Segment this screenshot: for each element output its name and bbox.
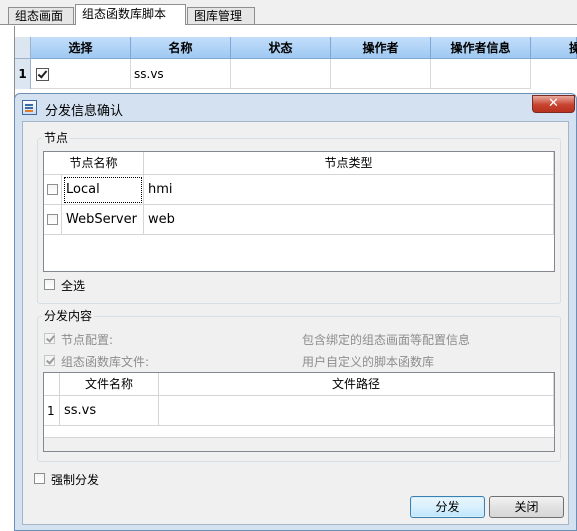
file-name-cell: ss.vs	[60, 396, 159, 426]
col-file-path[interactable]: 文件路径	[159, 373, 554, 396]
row-name-cell: ss.vs	[131, 59, 231, 89]
script-grid-header: 选择 名称 状态 操作者 操作者信息 操	[31, 37, 577, 59]
col-file-name[interactable]: 文件名称	[60, 373, 159, 396]
select-all-label[interactable]: 全选	[61, 277, 85, 294]
node-row-checkbox-cell[interactable]	[44, 205, 62, 235]
tab-config-screen[interactable]: 组态画面	[8, 7, 74, 24]
col-status[interactable]: 状态	[231, 37, 331, 59]
col-operation[interactable]: 操	[531, 37, 577, 59]
app-icon	[22, 100, 37, 115]
node-config-label: 节点配置:	[61, 333, 114, 347]
node-row-checkbox-cell[interactable]	[44, 175, 62, 205]
files-grid-scrollbar[interactable]	[44, 437, 554, 451]
col-node-name[interactable]: 节点名称	[44, 152, 144, 175]
col-name[interactable]: 名称	[131, 37, 231, 59]
row-status-cell	[231, 59, 331, 89]
row-select-cell[interactable]	[31, 59, 131, 89]
node-name-cell[interactable]: WebServer	[62, 205, 144, 235]
select-all-checkbox[interactable]	[44, 279, 55, 290]
force-distribute-checkbox[interactable]	[34, 473, 45, 484]
node-name-cell[interactable]: Local	[62, 175, 144, 205]
tab-function-library-script[interactable]: 组态函数库脚本	[75, 4, 186, 25]
row-number: 1	[15, 59, 31, 89]
distribute-button[interactable]: 分发	[410, 496, 485, 518]
node-local-checkbox[interactable]	[47, 184, 58, 195]
close-icon[interactable]: ✕	[532, 95, 575, 113]
nodes-grid: 节点名称 节点类型 Local hmi WebServer web	[43, 151, 555, 272]
file-path-cell	[159, 396, 554, 426]
col-operator[interactable]: 操作者	[331, 37, 431, 59]
nodes-group-title: 节点	[42, 129, 71, 146]
close-button[interactable]: 关闭	[489, 496, 564, 518]
file-row-number: 1	[44, 396, 60, 426]
row-operator-cell	[331, 59, 431, 89]
function-library-checkbox[interactable]	[44, 355, 55, 366]
node-webserver-checkbox[interactable]	[47, 214, 58, 225]
dialog-titlebar[interactable]: 分发信息确认 ✕	[15, 94, 576, 122]
dialog-client-area: 节点 节点名称 节点类型 Local hmi WebServer web 全选 …	[22, 121, 569, 525]
row-operator-info-cell	[431, 59, 531, 89]
tab-gallery-management[interactable]: 图库管理	[187, 7, 255, 24]
content-group-title: 分发内容	[42, 307, 95, 324]
col-operator-info[interactable]: 操作者信息	[431, 37, 531, 59]
node-type-cell: web	[144, 205, 554, 235]
grid-corner	[15, 37, 31, 59]
col-node-type[interactable]: 节点类型	[144, 152, 554, 175]
node-config-checkbox[interactable]	[44, 333, 55, 344]
function-library-description: 用户自定义的脚本函数库	[302, 355, 435, 369]
col-select[interactable]: 选择	[31, 37, 131, 59]
main-tab-bar: 组态画面 组态函数库脚本 图库管理	[0, 0, 577, 25]
table-row[interactable]: 1 ss.vs	[15, 59, 531, 89]
files-grid: 文件名称 文件路径 1 ss.vs	[43, 372, 555, 452]
distribute-confirm-dialog: 分发信息确认 ✕ 节点 节点名称 节点类型 Local hmi WebServe…	[14, 93, 577, 531]
function-library-label: 组态函数库文件:	[61, 355, 150, 369]
files-grid-corner	[44, 373, 60, 396]
dialog-title: 分发信息确认	[45, 104, 124, 119]
node-type-cell: hmi	[144, 175, 554, 205]
node-config-description: 包含绑定的组态画面等配置信息	[302, 333, 471, 347]
row-select-checkbox[interactable]	[36, 68, 49, 81]
force-distribute-label[interactable]: 强制分发	[51, 471, 99, 488]
